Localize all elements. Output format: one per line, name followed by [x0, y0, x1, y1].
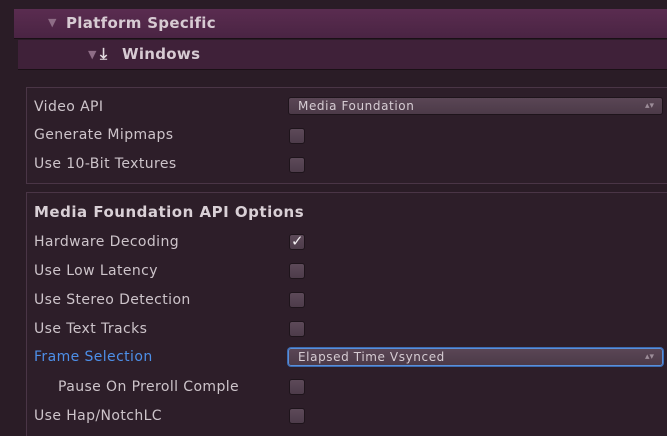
generate-mipmaps-checkbox[interactable] [289, 128, 305, 144]
low-latency-checkbox[interactable] [289, 263, 305, 279]
stereo-detection-label: Use Stereo Detection [34, 292, 191, 308]
pause-preroll-label: Pause On Preroll Comple [58, 379, 240, 395]
video-api-value: Media Foundation [298, 99, 415, 113]
windows-title: Windows [122, 45, 201, 63]
video-api-label: Video API [34, 99, 104, 115]
frame-selection-dropdown[interactable]: Elapsed Time Vsynced ▴▾ [288, 348, 663, 366]
use-10bit-checkbox[interactable] [289, 157, 305, 173]
foldout-triangle-icon[interactable]: ▼ [48, 16, 56, 29]
text-tracks-checkbox[interactable] [289, 321, 305, 337]
frame-selection-label: Frame Selection [34, 349, 153, 365]
mf-options-title: Media Foundation API Options [34, 203, 305, 221]
hap-checkbox[interactable] [289, 408, 305, 424]
pause-preroll-checkbox[interactable] [289, 379, 305, 395]
media-foundation-options-box [26, 192, 667, 436]
platform-specific-title: Platform Specific [66, 14, 216, 32]
low-latency-label: Use Low Latency [34, 263, 158, 279]
hap-label: Use Hap/NotchLC [34, 408, 162, 424]
platform-specific-foldout[interactable]: ▼ Platform Specific [14, 9, 667, 39]
checkmark-icon: ✓ [291, 232, 304, 250]
stereo-detection-checkbox[interactable] [289, 292, 305, 308]
hardware-decoding-checkbox[interactable]: ✓ [289, 232, 305, 250]
hardware-decoding-label: Hardware Decoding [34, 234, 180, 250]
foldout-triangle-icon[interactable]: ▼ [88, 48, 96, 61]
generate-mipmaps-label: Generate Mipmaps [34, 127, 174, 143]
download-icon: ⤓ [100, 44, 108, 63]
text-tracks-label: Use Text Tracks [34, 321, 148, 337]
video-api-dropdown[interactable]: Media Foundation ▴▾ [288, 97, 663, 115]
windows-foldout[interactable]: ▼ ⤓ Windows [18, 40, 667, 70]
frame-selection-value: Elapsed Time Vsynced [298, 350, 445, 364]
use-10bit-label: Use 10-Bit Textures [34, 156, 177, 172]
dropdown-arrows-icon: ▴▾ [644, 352, 654, 362]
dropdown-arrows-icon: ▴▾ [644, 101, 654, 111]
